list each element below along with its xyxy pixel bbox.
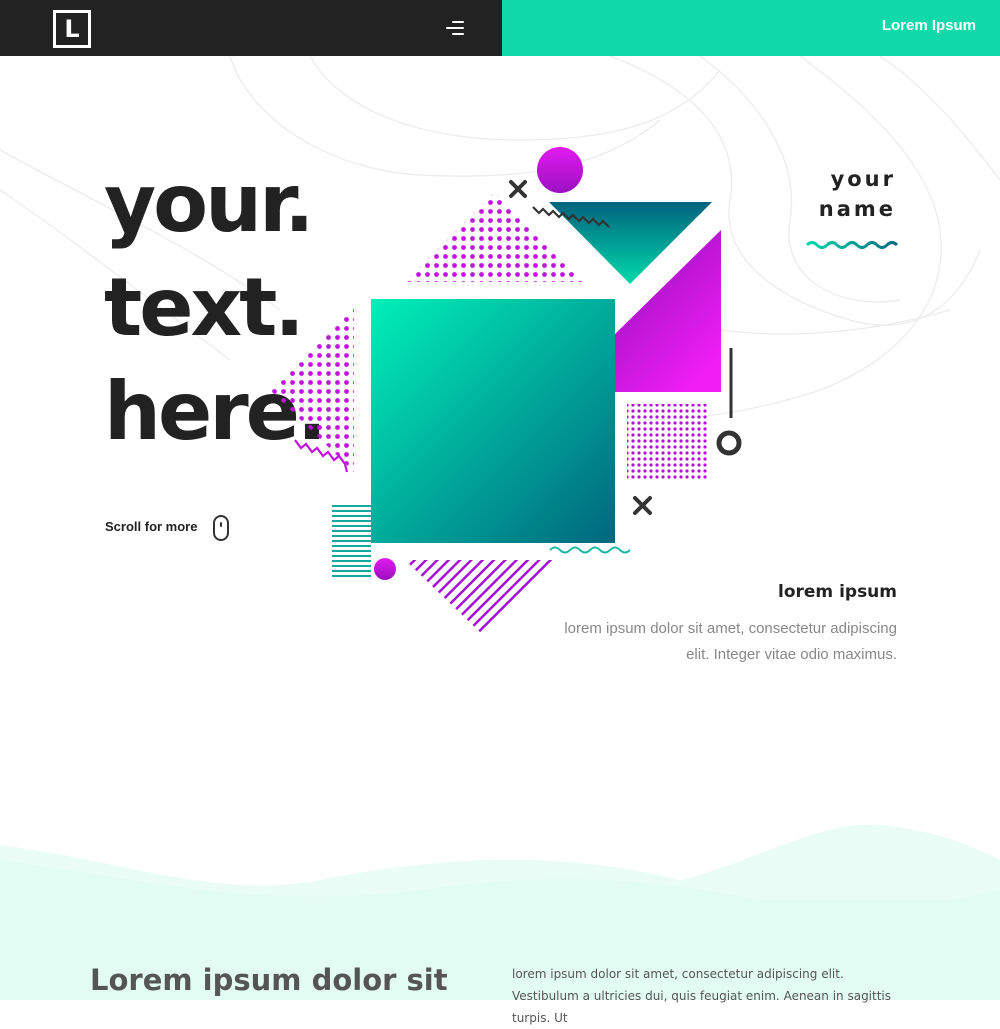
teal-square	[371, 299, 615, 543]
x-mark-right	[633, 496, 652, 515]
section-body-text: lorem ipsum dolor sit amet, consectetur …	[512, 967, 892, 1025]
ring-icon	[716, 430, 742, 456]
info-body: lorem ipsum dolor sit amet, consectetur …	[564, 620, 897, 663]
striped-triangle-bottom	[405, 560, 555, 635]
wave-teal-small	[549, 546, 631, 554]
magenta-circle-small	[374, 558, 396, 580]
info-title: lorem ipsum	[778, 582, 897, 602]
section-heading: Lorem ipsum dolor sit	[90, 963, 448, 997]
dotted-triangle-left	[270, 308, 354, 472]
name-block: your name	[819, 164, 896, 224]
magenta-circle-top	[537, 147, 583, 193]
dot-grid	[627, 404, 707, 480]
x-mark-top	[509, 180, 527, 198]
name-line-1: your	[830, 167, 896, 191]
striped-triangle-left	[332, 503, 371, 578]
name-underline-wave	[805, 241, 899, 249]
name-line-2: name	[818, 197, 896, 221]
